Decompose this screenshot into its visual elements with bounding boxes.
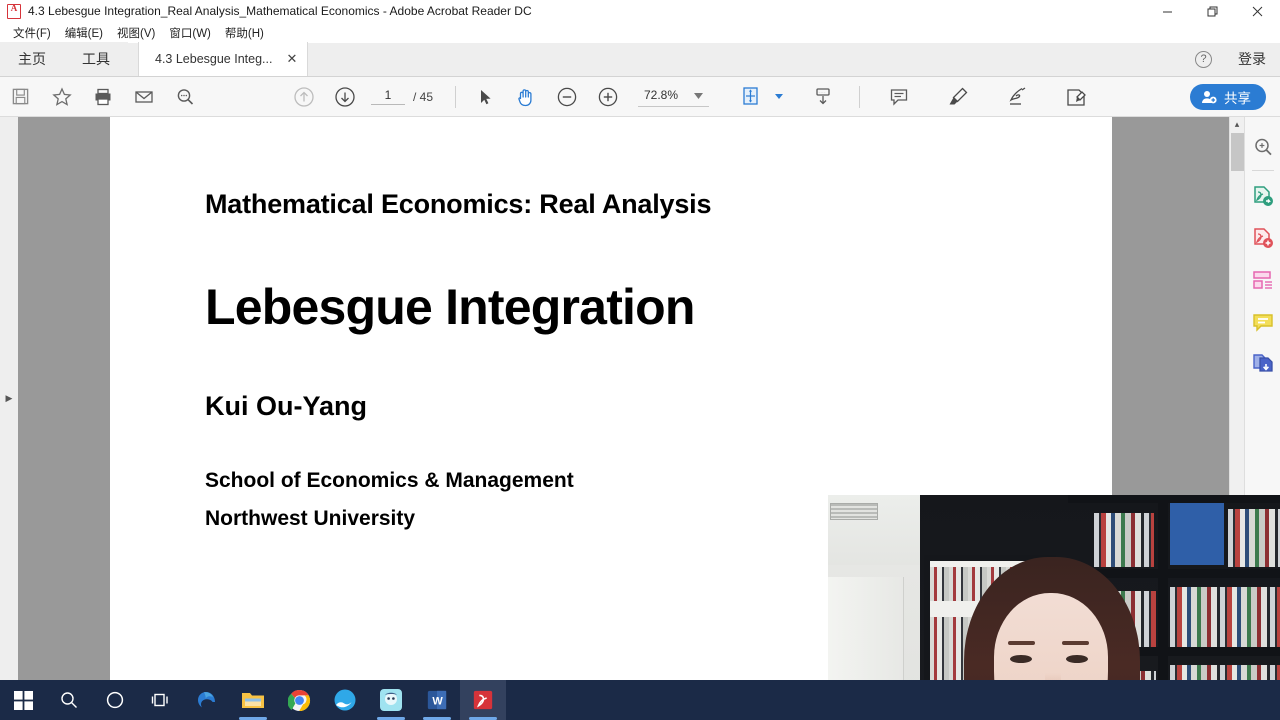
toolbar-divider-2 [859,85,861,108]
email-icon[interactable] [123,77,164,117]
anime-app-icon[interactable] [368,680,414,720]
combine-files-icon[interactable] [1245,343,1280,385]
tab-strip-right: ? 登录 [1195,42,1280,76]
chevron-down-icon[interactable] [694,86,704,104]
fit-page-icon[interactable] [731,77,772,117]
menu-file[interactable]: 文件(F) [6,25,58,41]
eyebrow-right [1062,641,1089,645]
zoom-level-control[interactable]: 72.8% [638,86,710,107]
comment-icon[interactable] [878,77,919,117]
person-add-icon [1202,90,1217,103]
task-view-icon[interactable] [138,680,184,720]
page-navigation: 1 / 45 [371,88,433,105]
menu-window[interactable]: 窗口(W) [162,25,218,41]
close-icon[interactable]: ✕ [286,51,297,67]
export-pdf-icon[interactable] [1245,175,1280,217]
document-author: Kui Ou-Yang [205,391,367,421]
minimize-button[interactable] [1145,0,1190,23]
eye-left [1010,655,1032,663]
scroll-up-icon[interactable]: ▴ [1230,117,1244,132]
menu-bar: 文件(F) 编辑(E) 视图(V) 窗口(W) 帮助(H) [0,23,1280,43]
menu-help[interactable]: 帮助(H) [218,25,271,41]
page-total-label: / 45 [413,89,434,104]
adobe-reader-icon[interactable] [460,680,506,720]
next-page-icon[interactable] [324,77,365,117]
rail-divider [1251,170,1274,171]
tab-tools[interactable]: 工具 [64,42,128,76]
sign-icon[interactable] [996,77,1037,117]
zoom-in-icon[interactable] [587,77,628,117]
svg-text:W: W [432,696,443,708]
pdf-document-icon [7,3,21,19]
taskbar-search-icon[interactable] [46,680,92,720]
scroll-mode-icon[interactable] [802,77,843,117]
navigation-pane-toggle[interactable]: ▶ [0,117,18,680]
large-blue-book [1170,503,1224,565]
hand-icon[interactable] [505,77,546,117]
qq-browser-icon[interactable] [322,680,368,720]
book-row [1170,587,1280,647]
tab-strip: 主页 工具 4.3 Lebesgue Integ... ✕ ? 登录 [0,42,1280,77]
window-controls [1145,0,1280,23]
window-title: 4.3 Lebesgue Integration_Real Analysis_M… [28,4,532,18]
previous-page-icon[interactable] [283,77,324,117]
search-icon[interactable] [164,77,205,117]
edge-icon[interactable] [184,680,230,720]
eye-right [1066,655,1088,663]
search-zoom-icon[interactable] [1245,126,1280,168]
book-row [1228,509,1280,567]
create-pdf-icon[interactable] [1245,217,1280,259]
title-bar: 4.3 Lebesgue Integration_Real Analysis_M… [0,0,1280,23]
scrollbar-thumb[interactable] [1231,133,1244,171]
help-icon[interactable]: ? [1195,50,1212,68]
tab-document[interactable]: 4.3 Lebesgue Integ... ✕ [138,42,309,76]
print-icon[interactable] [82,77,123,117]
tab-document-label: 4.3 Lebesgue Integ... [155,52,273,66]
comment-icon[interactable] [1245,301,1280,343]
windows-taskbar: W [0,680,1280,720]
maximize-restore-button[interactable] [1190,0,1235,23]
zoom-level-value: 72.8% [644,88,679,102]
page-number-input[interactable]: 1 [371,88,405,105]
sign-in-button[interactable]: 登录 [1238,49,1266,69]
air-vent [830,503,878,520]
fill-and-sign-icon[interactable] [1055,77,1096,117]
star-icon[interactable] [41,77,82,117]
document-area: ▶ Mathematical Economics: Real Analysis … [0,117,1280,720]
tab-home[interactable]: 主页 [0,42,64,76]
main-toolbar: 1 / 45 72.8% 共享 [0,77,1280,117]
eyebrow-left [1008,641,1035,645]
cursor-icon[interactable] [464,77,505,117]
acrobat-reader-window: 4.3 Lebesgue Integration_Real Analysis_M… [0,0,1280,720]
chrome-icon[interactable] [276,680,322,720]
word-icon[interactable]: W [414,680,460,720]
zoom-out-icon[interactable] [546,77,587,117]
close-button[interactable] [1235,0,1280,23]
file-explorer-icon[interactable] [230,680,276,720]
toolbar-divider [455,85,457,108]
highlight-icon[interactable] [937,77,978,117]
chevron-down-icon[interactable] [772,77,786,117]
organize-pages-icon[interactable] [1245,259,1280,301]
document-title: Lebesgue Integration [205,279,695,335]
cortana-icon[interactable] [92,680,138,720]
share-button-label: 共享 [1224,90,1251,106]
share-button[interactable]: 共享 [1190,83,1266,110]
shelf-board [1068,495,1280,503]
menu-edit[interactable]: 编辑(E) [58,25,110,41]
start-icon[interactable] [0,680,46,720]
save-icon[interactable] [0,77,41,117]
chevron-right-icon: ▶ [5,393,13,403]
document-subtitle: Mathematical Economics: Real Analysis [205,189,712,219]
menu-view[interactable]: 视图(V) [110,25,162,41]
